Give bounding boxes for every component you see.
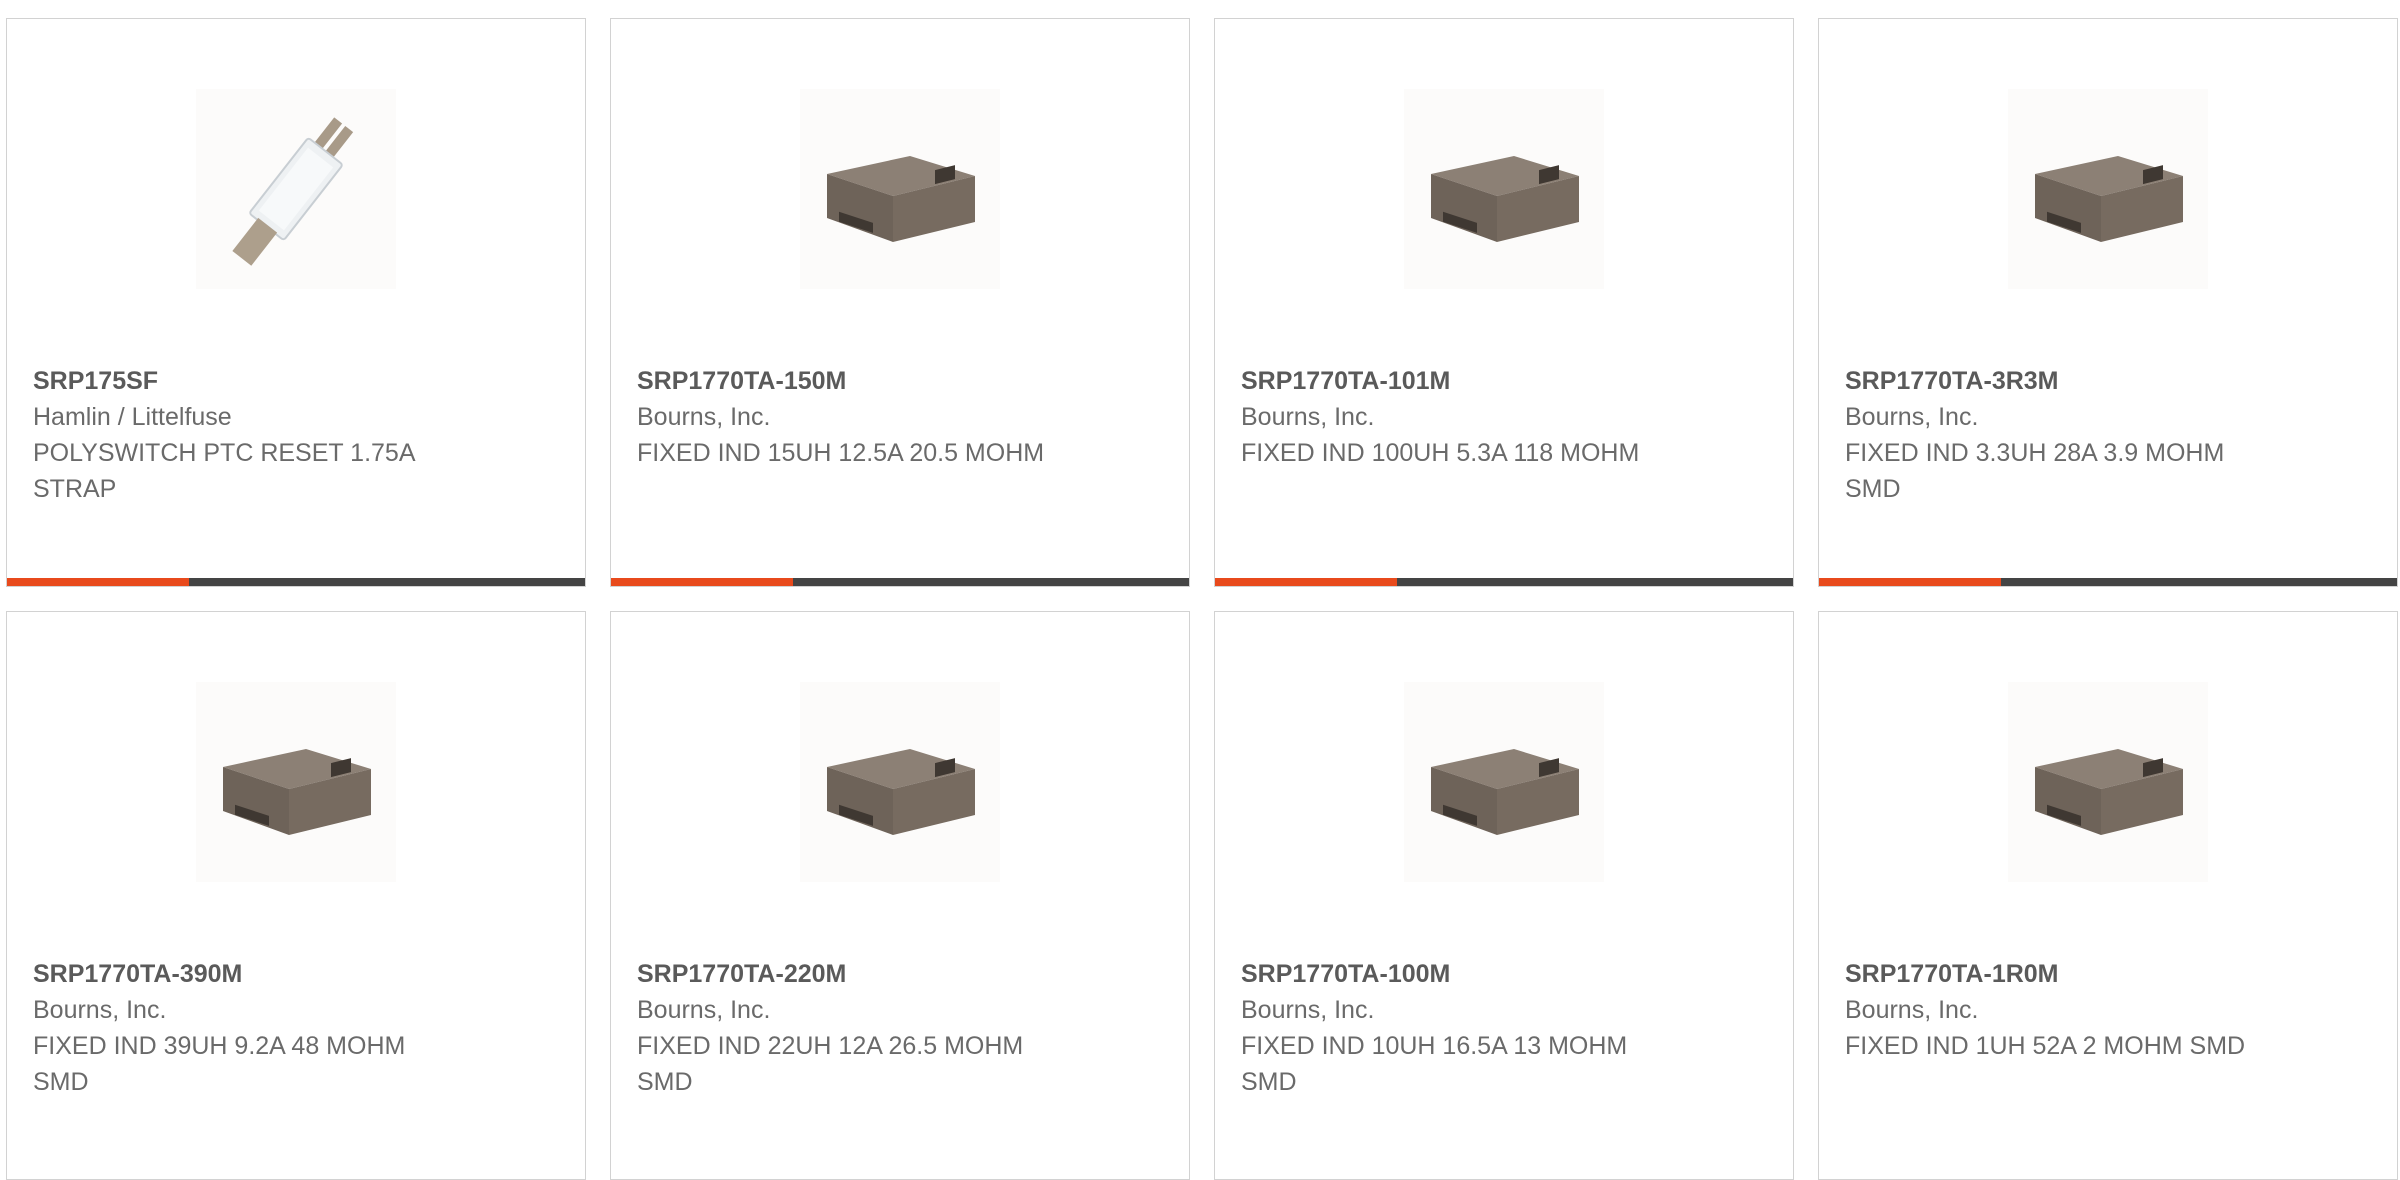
product-image[interactable] (2008, 682, 2208, 882)
hover-bar-accent (1819, 578, 2001, 586)
smd-inductor-icon (2035, 749, 2183, 835)
product-card[interactable]: SRP1770TA-100M Bourns, Inc. FIXED IND 10… (1214, 611, 1794, 1180)
product-description: FIXED IND 10UH 16.5A 13 MOHM SMD (1241, 1032, 1628, 1096)
product-description: FIXED IND 1UH 52A 2 MOHM SMD (1845, 1032, 2246, 1060)
manufacturer-name: Hamlin / Littelfuse (33, 403, 232, 431)
product-card[interactable]: SRP1770TA-390M Bourns, Inc. FIXED IND 39… (6, 611, 586, 1180)
smd-inductor-icon (1431, 156, 1579, 242)
product-description: FIXED IND 39UH 9.2A 48 MOHM SMD (33, 1032, 406, 1096)
manufacturer-name: Bourns, Inc. (1845, 403, 1979, 431)
product-image[interactable] (196, 682, 396, 882)
smd-inductor-icon (2035, 156, 2183, 242)
smd-inductor-icon (827, 156, 975, 242)
hover-bar (1215, 578, 1793, 586)
part-number[interactable]: SRP1770TA-390M (33, 956, 559, 992)
product-card[interactable]: SRP1770TA-1R0M Bourns, Inc. FIXED IND 1U… (1818, 611, 2398, 1180)
ptc-strap-icon (232, 117, 354, 266)
hover-bar-accent (611, 578, 793, 586)
manufacturer-name: Bourns, Inc. (1845, 996, 1979, 1024)
product-description: FIXED IND 22UH 12A 26.5 MOHM SMD (637, 1032, 1024, 1096)
hover-bar (7, 578, 585, 586)
product-image[interactable] (1404, 682, 1604, 882)
hover-bar (611, 578, 1189, 586)
manufacturer-name: Bourns, Inc. (637, 403, 771, 431)
smd-inductor-icon (1431, 749, 1579, 835)
part-number[interactable]: SRP1770TA-150M (637, 363, 1163, 399)
product-card[interactable]: SRP1770TA-101M Bourns, Inc. FIXED IND 10… (1214, 18, 1794, 587)
smd-inductor-icon (223, 749, 371, 835)
product-description: FIXED IND 15UH 12.5A 20.5 MOHM (637, 439, 1045, 467)
product-image[interactable] (800, 89, 1000, 289)
manufacturer-name: Bourns, Inc. (1241, 403, 1375, 431)
product-description: POLYSWITCH PTC RESET 1.75A STRAP (33, 439, 415, 503)
product-image[interactable] (2008, 89, 2208, 289)
hover-bar-accent (7, 578, 189, 586)
product-image[interactable] (800, 682, 1000, 882)
part-number[interactable]: SRP1770TA-3R3M (1845, 363, 2371, 399)
product-card[interactable]: SRP1770TA-3R3M Bourns, Inc. FIXED IND 3.… (1818, 18, 2398, 587)
part-number[interactable]: SRP175SF (33, 363, 559, 399)
part-number[interactable]: SRP1770TA-100M (1241, 956, 1767, 992)
product-image[interactable] (196, 89, 396, 289)
product-card[interactable]: SRP1770TA-150M Bourns, Inc. FIXED IND 15… (610, 18, 1190, 587)
product-description: FIXED IND 3.3UH 28A 3.9 MOHM SMD (1845, 439, 2225, 503)
hover-bar (1819, 578, 2397, 586)
part-number[interactable]: SRP1770TA-1R0M (1845, 956, 2371, 992)
manufacturer-name: Bourns, Inc. (1241, 996, 1375, 1024)
part-number[interactable]: SRP1770TA-101M (1241, 363, 1767, 399)
manufacturer-name: Bourns, Inc. (33, 996, 167, 1024)
smd-inductor-icon (827, 749, 975, 835)
product-description: FIXED IND 100UH 5.3A 118 MOHM (1241, 439, 1640, 467)
part-number[interactable]: SRP1770TA-220M (637, 956, 1163, 992)
product-image[interactable] (1404, 89, 1604, 289)
hover-bar-accent (1215, 578, 1397, 586)
product-card[interactable]: SRP175SF Hamlin / Littelfuse POLYSWITCH … (6, 18, 586, 587)
product-card[interactable]: SRP1770TA-220M Bourns, Inc. FIXED IND 22… (610, 611, 1190, 1180)
product-grid: SRP175SF Hamlin / Littelfuse POLYSWITCH … (6, 18, 2400, 1180)
manufacturer-name: Bourns, Inc. (637, 996, 771, 1024)
